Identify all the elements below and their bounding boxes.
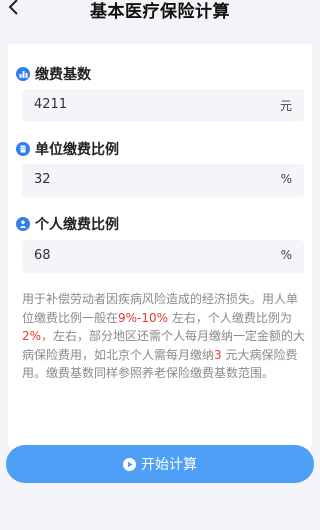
base-value: 4211 (34, 97, 68, 112)
employer-label: 单位缴费比例 (35, 142, 119, 158)
base-label-row: 缴费基数 (16, 64, 91, 84)
play-circle-icon (123, 457, 136, 471)
description-text: 用于补偿劳动者因疾病风险造成的经济损失。用人单位缴费比例一般在9%-10% 左右… (22, 290, 307, 383)
building-icon (16, 142, 30, 156)
personal-label: 个人缴费比例 (35, 217, 119, 233)
base-unit: 元 (279, 99, 292, 113)
employer-input[interactable]: 32 % (22, 164, 304, 197)
personal-label-row: 个人缴费比例 (16, 214, 119, 234)
top-bar: 基本医疗保险计算 (0, 0, 320, 22)
description-highlight-personal-rate: 2% (22, 329, 42, 344)
base-label: 缴费基数 (35, 67, 91, 83)
employer-unit: % (280, 172, 292, 186)
description-highlight-amount: 3 (214, 347, 222, 362)
description-part-2: 左右，个人缴费比例为 (168, 310, 292, 325)
money-icon (16, 67, 30, 81)
employer-value: 32 (34, 172, 51, 187)
base-input[interactable]: 4211 元 (22, 89, 304, 122)
start-calculate-label: 开始计算 (141, 457, 197, 473)
person-icon (16, 217, 30, 231)
page-title: 基本医疗保险计算 (90, 2, 230, 22)
start-calculate-button[interactable]: 开始计算 (6, 445, 314, 483)
personal-unit: % (280, 248, 292, 262)
employer-label-row: 单位缴费比例 (16, 139, 119, 159)
description-highlight-employer-rate: 9%-10% (118, 310, 169, 325)
personal-input[interactable]: 68 % (22, 240, 304, 273)
personal-value: 68 (34, 248, 51, 263)
